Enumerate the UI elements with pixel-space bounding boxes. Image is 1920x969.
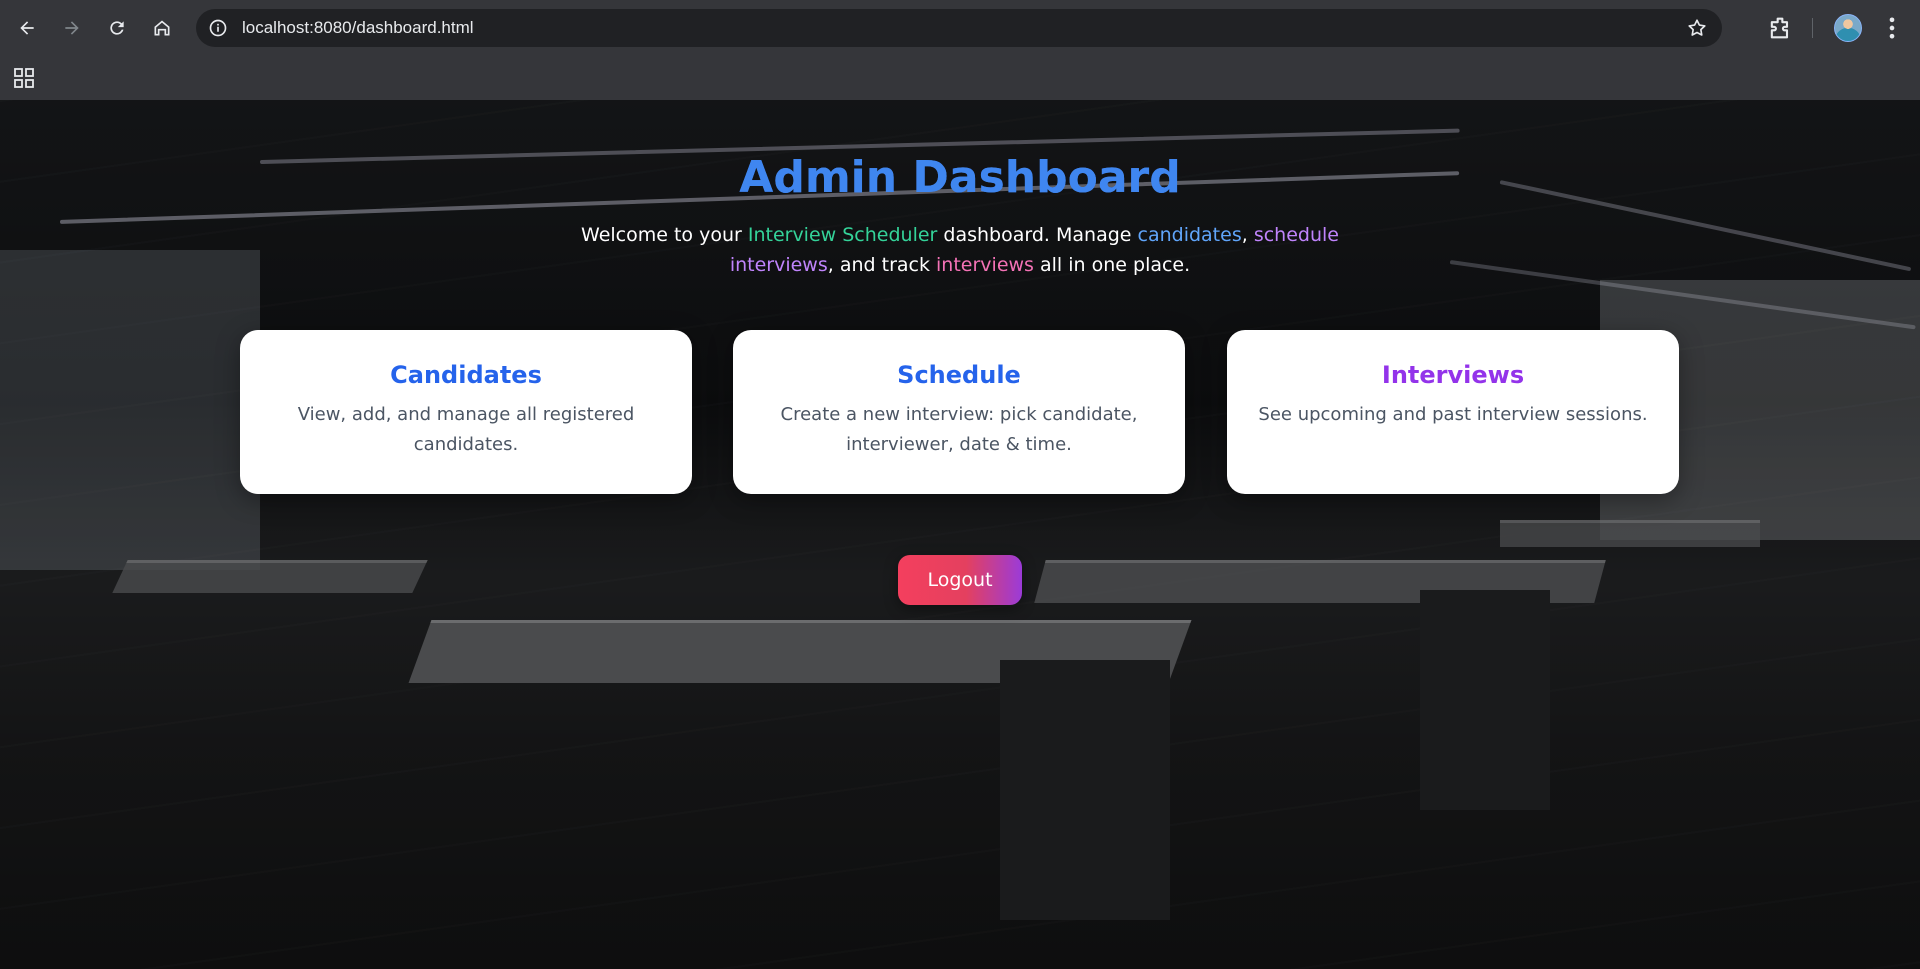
arrow-right-icon [65, 21, 79, 35]
puzzle-icon[interactable] [1766, 14, 1794, 42]
star-icon[interactable] [1686, 17, 1708, 39]
app-name-highlight: Interview Scheduler [747, 224, 938, 246]
card-title: Schedule [897, 361, 1021, 389]
welcome-text-part: dashboard. Manage [937, 224, 1138, 246]
card-description: See upcoming and past interview sessions… [1258, 404, 1648, 425]
dashboard-content: Admin Dashboard Welcome to your Intervie… [0, 100, 1920, 969]
candidates-card[interactable]: Candidates View, add, and manage all reg… [240, 330, 692, 494]
logout-button[interactable]: Logout [898, 555, 1022, 605]
welcome-text-part: Welcome to your [581, 224, 748, 246]
dashboard-page: Admin Dashboard Welcome to your Intervie… [0, 100, 1920, 969]
browser-toolbar: localhost:8080/dashboard.html [0, 0, 1920, 56]
home-icon [154, 20, 170, 36]
back-button[interactable] [9, 10, 45, 46]
bookmarks-bar [0, 56, 1920, 100]
url-text[interactable]: localhost:8080/dashboard.html [242, 18, 474, 38]
address-bar[interactable]: localhost:8080/dashboard.html [196, 9, 1722, 47]
kebab-menu-icon[interactable] [1878, 14, 1906, 42]
welcome-text: Welcome to your Interview Scheduler dash… [540, 220, 1380, 280]
avatar[interactable] [1834, 14, 1862, 42]
schedule-card[interactable]: Schedule Create a new interview: pick ca… [733, 330, 1185, 494]
page-title: Admin Dashboard [0, 148, 1920, 208]
browser-chrome: localhost:8080/dashboard.html [0, 0, 1920, 100]
card-title: Candidates [390, 361, 542, 389]
interviews-card[interactable]: Interviews See upcoming and past intervi… [1227, 330, 1679, 494]
card-title: Interviews [1381, 361, 1525, 389]
welcome-text-part: , [1241, 224, 1254, 246]
candidates-highlight: candidates [1137, 224, 1242, 246]
forward-button[interactable] [54, 10, 90, 46]
site-info-button[interactable] [206, 16, 230, 40]
info-icon [209, 19, 227, 37]
arrow-left-icon [20, 21, 34, 35]
welcome-text-part: , and track [827, 254, 937, 276]
card-description: Create a new interview: pick candidate, … [780, 404, 1138, 455]
interviews-highlight: interviews [936, 254, 1034, 276]
toolbar-separator [1812, 18, 1813, 38]
home-button[interactable] [144, 10, 180, 46]
reload-button[interactable] [99, 10, 135, 46]
apps-grid-icon[interactable] [12, 66, 36, 90]
reload-icon [110, 21, 124, 35]
welcome-text-part: all in one place. [1033, 254, 1191, 276]
card-description: View, add, and manage all registered can… [297, 404, 635, 455]
